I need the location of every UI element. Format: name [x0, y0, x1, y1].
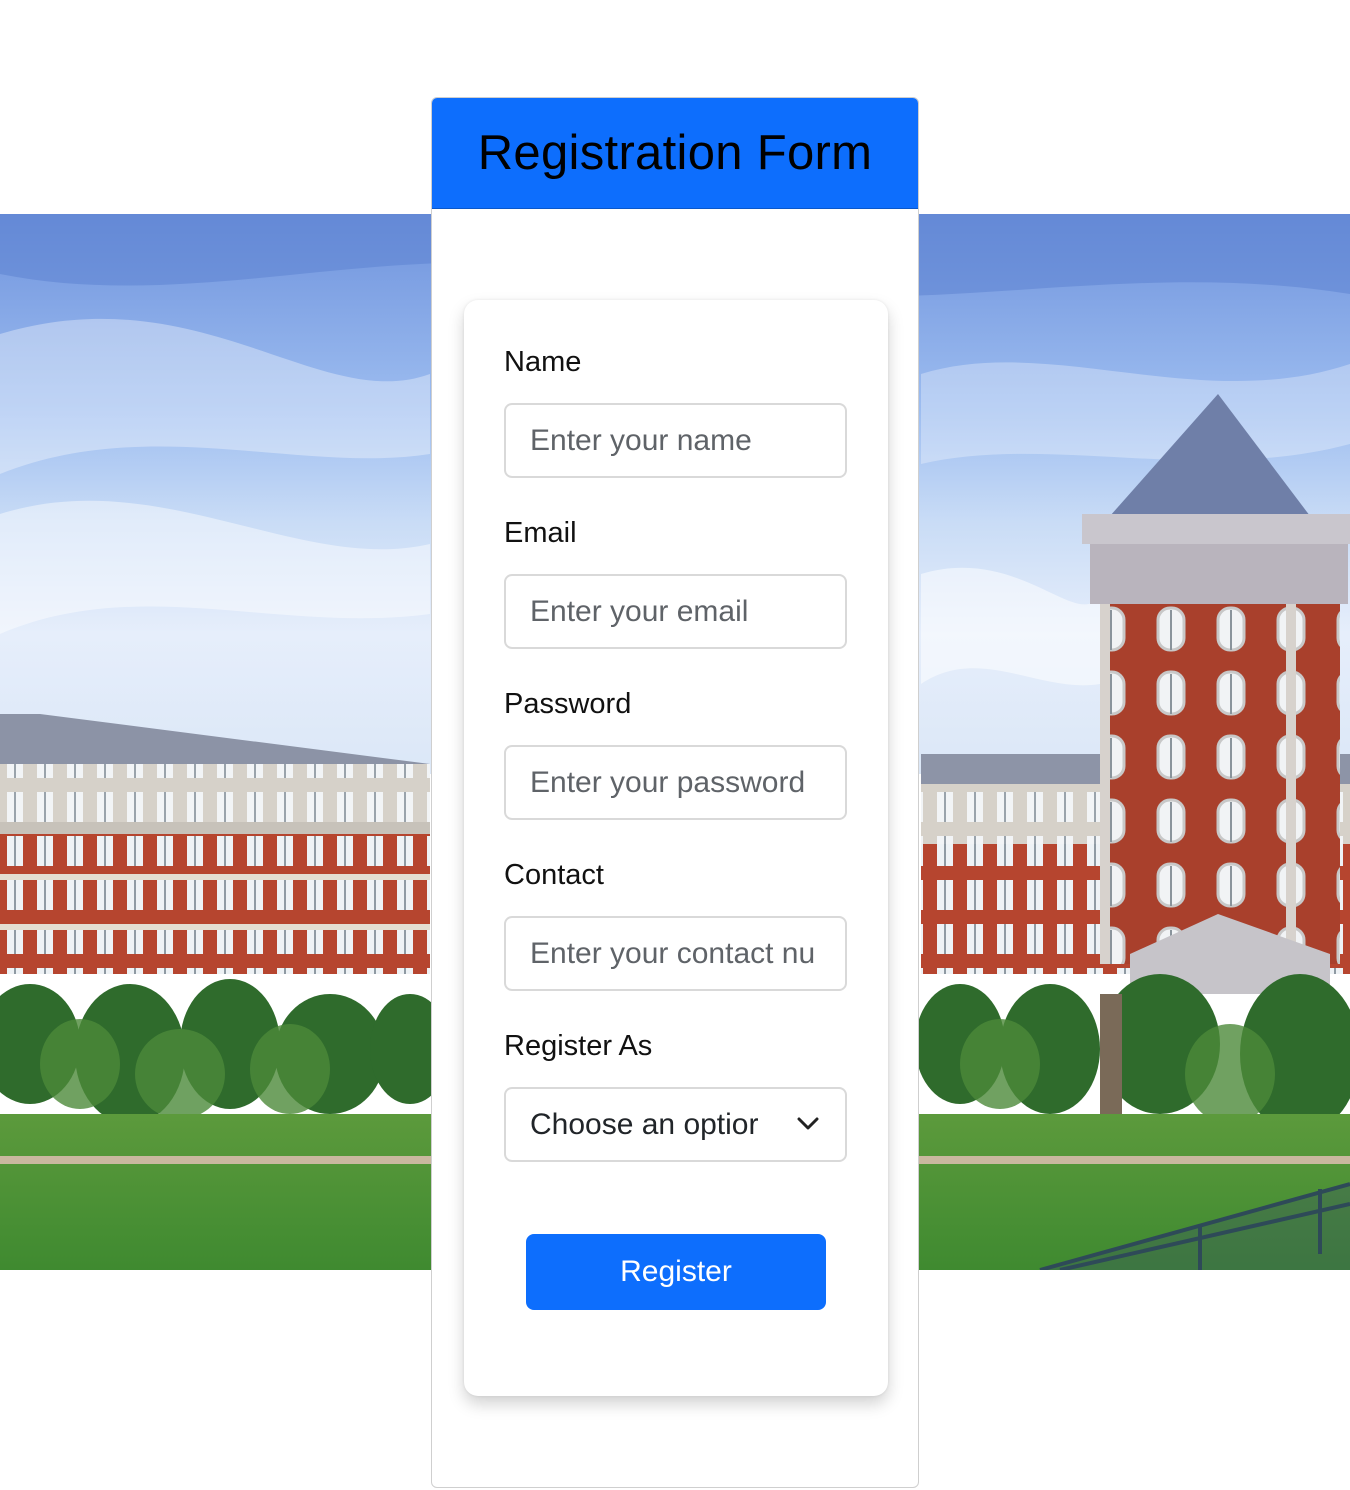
register-as-select[interactable]: Choose an optior: [504, 1087, 847, 1162]
page-title: Registration Form: [477, 126, 873, 180]
email-input[interactable]: [504, 574, 847, 649]
panel-header: Registration Form: [432, 98, 918, 209]
password-field-group: Password: [504, 687, 848, 820]
registration-form: Name Email Password Contact Register As: [464, 300, 888, 1396]
contact-label: Contact: [504, 859, 604, 891]
registration-panel: Registration Form Name Email Password Co…: [431, 97, 919, 1488]
register-as-field-group: Register As Choose an optior: [504, 1029, 848, 1162]
name-input[interactable]: [504, 403, 847, 478]
contact-input[interactable]: [504, 916, 847, 991]
register-as-label: Register As: [504, 1030, 653, 1062]
register-button[interactable]: Register: [526, 1234, 826, 1310]
register-as-select-wrapper: Choose an optior: [504, 1087, 847, 1162]
password-label: Password: [504, 688, 632, 720]
contact-field-group: Contact: [504, 858, 848, 991]
password-input[interactable]: [504, 745, 847, 820]
name-field-group: Name: [504, 345, 848, 478]
page: Registration Form Name Email Password Co…: [0, 0, 1350, 1490]
email-field-group: Email: [504, 516, 848, 649]
name-label: Name: [504, 346, 582, 378]
email-label: Email: [504, 517, 577, 549]
